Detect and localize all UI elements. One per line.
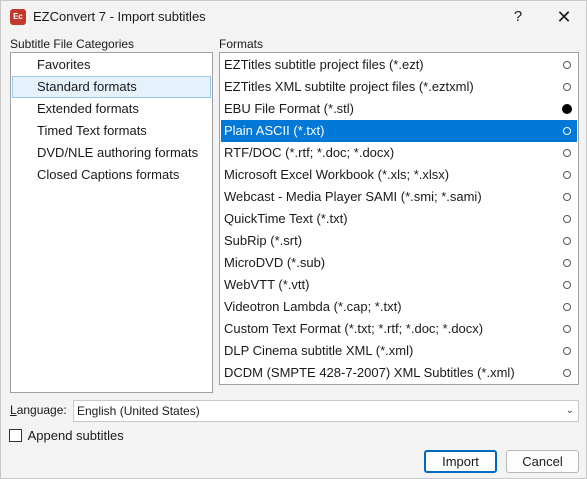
format-label: Plain ASCII (*.txt): [224, 123, 325, 138]
category-item-favorites[interactable]: Favorites: [12, 54, 211, 76]
category-item-extended-formats[interactable]: Extended formats: [12, 98, 211, 120]
format-item[interactable]: WebVTT (*.vtt): [221, 274, 577, 296]
format-item[interactable]: MicroDVD (*.sub): [221, 252, 577, 274]
format-label: EZTitles XML subtilte project files (*.e…: [224, 79, 474, 94]
format-label: DLP Cinema subtitle XML (*.xml): [224, 343, 414, 358]
help-button[interactable]: ?: [495, 1, 541, 33]
chevron-down-icon: ⌄: [565, 405, 574, 416]
hollow-circle-icon: [563, 193, 571, 201]
hollow-circle-icon: [563, 237, 571, 245]
hollow-circle-icon: [563, 215, 571, 223]
format-item[interactable]: EZTitles XML subtilte project files (*.e…: [221, 76, 577, 98]
filled-circle-icon: [562, 104, 572, 114]
format-item[interactable]: RTF/DOC (*.rtf; *.doc; *.docx): [221, 142, 577, 164]
import-button[interactable]: Import: [424, 450, 497, 473]
category-item-dvd-nle-formats[interactable]: DVD/NLE authoring formats: [12, 142, 211, 164]
append-subtitles-label: Append subtitles: [27, 428, 124, 444]
format-label: Webcast - Media Player SAMI (*.smi; *.sa…: [224, 189, 482, 204]
format-item[interactable]: Custom Text Format (*.txt; *.rtf; *.doc;…: [221, 318, 577, 340]
format-item[interactable]: Microsoft Excel Workbook (*.xls; *.xlsx): [221, 164, 577, 186]
category-item-closed-captions-formats[interactable]: Closed Captions formats: [12, 164, 211, 186]
formats-heading: Formats: [219, 37, 264, 51]
hollow-circle-icon: [563, 303, 571, 311]
format-item[interactable]: Videotron Lambda (*.cap; *.txt): [221, 296, 577, 318]
format-item[interactable]: EZTitles subtitle project files (*.ezt): [221, 54, 577, 76]
hollow-circle-icon: [563, 171, 571, 179]
app-icon: Ec: [10, 9, 26, 25]
hollow-circle-icon: [563, 149, 571, 157]
formats-list[interactable]: EZTitles subtitle project files (*.ezt) …: [219, 52, 579, 385]
hollow-circle-icon: [563, 281, 571, 289]
append-subtitles-checkbox[interactable]: [9, 429, 22, 443]
language-select[interactable]: English (United States) ⌄: [73, 400, 579, 422]
format-label: QuickTime Text (*.txt): [224, 211, 348, 226]
format-item[interactable]: DLP Cinema subtitle XML (*.xml): [221, 340, 577, 362]
format-label: RTF/DOC (*.rtf; *.doc; *.docx): [224, 145, 395, 160]
hollow-circle-icon: [563, 83, 571, 91]
language-value: English (United States): [77, 404, 200, 418]
hollow-circle-icon: [563, 127, 571, 135]
category-item-timed-text-formats[interactable]: Timed Text formats: [12, 120, 211, 142]
category-item-standard-formats[interactable]: Standard formats: [12, 76, 211, 98]
language-label: Language:: [10, 403, 67, 417]
categories-heading: Subtitle File Categories: [10, 37, 135, 51]
import-subtitles-dialog: Ec EZConvert 7 - Import subtitles ? ✕ Su…: [0, 0, 587, 479]
title-bar: Ec EZConvert 7 - Import subtitles ? ✕: [1, 1, 586, 33]
format-item[interactable]: QuickTime Text (*.txt): [221, 208, 577, 230]
format-label: WebVTT (*.vtt): [224, 277, 310, 292]
close-button[interactable]: ✕: [541, 1, 587, 33]
format-label: Videotron Lambda (*.cap; *.txt): [224, 299, 402, 314]
format-item[interactable]: DCDM (SMPTE 428-7-2007) XML Subtitles (*…: [221, 362, 577, 384]
format-item[interactable]: EBU File Format (*.stl): [221, 98, 577, 120]
format-item[interactable]: Webcast - Media Player SAMI (*.smi; *.sa…: [221, 186, 577, 208]
categories-list[interactable]: Favorites Standard formats Extended form…: [10, 52, 213, 393]
hollow-circle-icon: [563, 325, 571, 333]
format-label: DCDM (SMPTE 428-7-2007) XML Subtitles (*…: [224, 365, 515, 380]
format-label: MicroDVD (*.sub): [224, 255, 326, 270]
format-label: EZTitles subtitle project files (*.ezt): [224, 57, 424, 72]
format-label: Custom Text Format (*.txt; *.rtf; *.doc;…: [224, 321, 484, 336]
hollow-circle-icon: [563, 259, 571, 267]
hollow-circle-icon: [563, 61, 571, 69]
hollow-circle-icon: [563, 347, 571, 355]
hollow-circle-icon: [563, 369, 571, 377]
format-item-selected[interactable]: Plain ASCII (*.txt): [221, 120, 577, 142]
format-label: Microsoft Excel Workbook (*.xls; *.xlsx): [224, 167, 450, 182]
format-label: SubRip (*.srt): [224, 233, 303, 248]
format-item[interactable]: SubRip (*.srt): [221, 230, 577, 252]
window-title: EZConvert 7 - Import subtitles: [33, 9, 206, 24]
append-subtitles-row[interactable]: Append subtitles: [9, 427, 124, 443]
format-label: EBU File Format (*.stl): [224, 101, 355, 116]
cancel-button[interactable]: Cancel: [506, 450, 579, 473]
